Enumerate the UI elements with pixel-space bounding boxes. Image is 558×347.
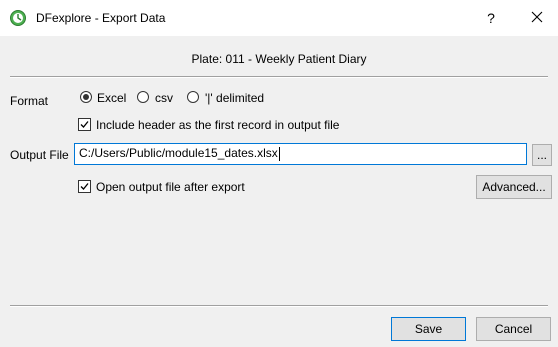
- output-file-value: C:/Users/Public/module15_dates.xlsx: [79, 146, 278, 160]
- text-caret: [278, 146, 280, 161]
- save-button[interactable]: Save: [391, 317, 466, 341]
- divider: [10, 305, 548, 307]
- include-header-checkbox[interactable]: [78, 118, 91, 131]
- close-icon: [531, 11, 543, 26]
- plate-label: Plate: 011 - Weekly Patient Diary: [191, 52, 367, 66]
- format-label: Format: [10, 94, 49, 108]
- radio-label-excel: Excel: [97, 91, 127, 105]
- checkmark-icon: [80, 121, 89, 128]
- output-file-input[interactable]: C:/Users/Public/module15_dates.xlsx: [74, 143, 527, 165]
- checkmark-icon: [80, 183, 89, 190]
- radio-button[interactable]: [80, 91, 92, 103]
- browse-button[interactable]: ...: [532, 144, 552, 166]
- radio-button[interactable]: [187, 91, 199, 103]
- cancel-button[interactable]: Cancel: [476, 317, 551, 341]
- title-bar: DFexplore - Export Data ?: [0, 0, 558, 36]
- dfexplore-app-icon: [10, 10, 26, 26]
- advanced-button[interactable]: Advanced...: [476, 175, 552, 199]
- help-button[interactable]: ?: [472, 0, 510, 36]
- radio-button[interactable]: [137, 91, 149, 103]
- open-after-label: Open output file after export: [96, 180, 245, 194]
- include-header-label: Include header as the first record in ou…: [96, 118, 340, 132]
- radio-label-csv: csv: [155, 91, 173, 105]
- output-file-label: Output File: [10, 148, 69, 162]
- radio-label-pipe: '|' delimited: [205, 91, 265, 105]
- window-title: DFexplore - Export Data: [36, 11, 166, 25]
- close-button[interactable]: [516, 0, 558, 36]
- divider: [10, 76, 548, 78]
- open-after-checkbox[interactable]: [78, 180, 91, 193]
